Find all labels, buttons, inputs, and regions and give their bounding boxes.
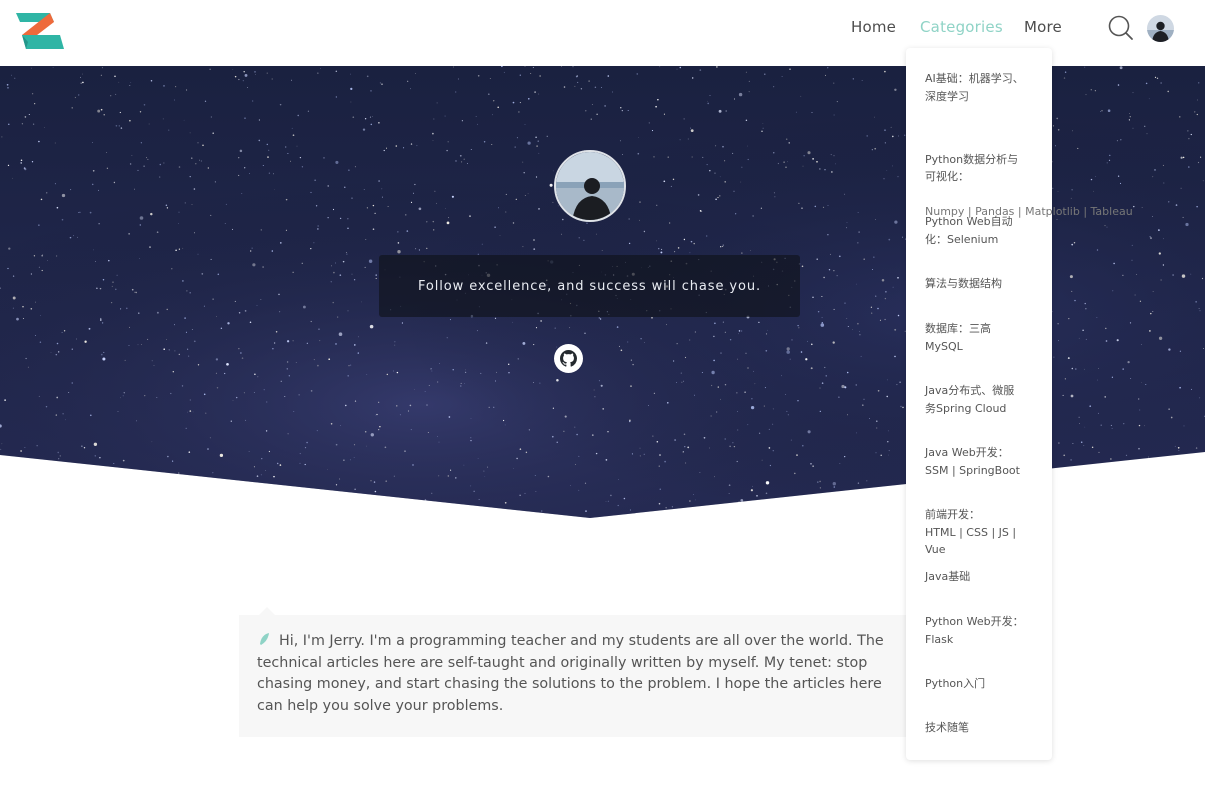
category-frontend[interactable]: 前端开发： HTML | CSS | JS | Vue [925, 506, 1037, 559]
category-python-intro[interactable]: Python入门 [925, 675, 1037, 693]
intro-paragraph: Hi, I'm Jerry. I'm a programming teacher… [257, 631, 893, 718]
nav-home[interactable]: Home [851, 18, 896, 36]
intro-card: Hi, I'm Jerry. I'm a programming teacher… [239, 615, 911, 737]
categories-dropdown: AI基础：机器学习、 深度学习 Python数据分析与 可视化： Numpy |… [906, 48, 1133, 760]
category-python-data-analysis[interactable]: Python数据分析与 可视化： Numpy | Pandas | Matplo… [925, 133, 1133, 221]
category-tech-notes[interactable]: 技术随笔 [925, 719, 1037, 737]
nav-more[interactable]: More [1024, 18, 1062, 36]
user-avatar[interactable] [1147, 15, 1174, 42]
category-algorithms[interactable]: 算法与数据结构 [925, 275, 1037, 293]
category-python-web-flask[interactable]: Python Web开发： Flask [925, 613, 1037, 648]
category-python-web-automation[interactable]: Python Web自动 化：Selenium [925, 213, 1037, 248]
category-java-distributed[interactable]: Java分布式、微服 务Spring Cloud [925, 382, 1037, 417]
feather-icon [257, 632, 271, 646]
motto-box: Follow excellence, and success will chas… [379, 255, 800, 317]
category-label: Python数据分析与 可视化： [925, 152, 1019, 184]
category-java-web[interactable]: Java Web开发： SSM | SpringBoot [925, 444, 1037, 479]
github-icon[interactable] [554, 344, 583, 373]
profile-avatar [554, 150, 626, 222]
intro-text: Hi, I'm Jerry. I'm a programming teacher… [257, 633, 884, 715]
category-java-basics[interactable]: Java基础 [925, 568, 1037, 586]
search-icon[interactable] [1108, 15, 1134, 41]
motto-text: Follow excellence, and success will chas… [417, 278, 761, 294]
site-logo[interactable] [14, 11, 66, 51]
category-ai-basics[interactable]: AI基础：机器学习、 深度学习 [925, 70, 1037, 105]
category-database[interactable]: 数据库：三高 MySQL [925, 320, 1037, 355]
intro-notch [259, 607, 275, 615]
nav-categories[interactable]: Categories [920, 18, 1003, 36]
